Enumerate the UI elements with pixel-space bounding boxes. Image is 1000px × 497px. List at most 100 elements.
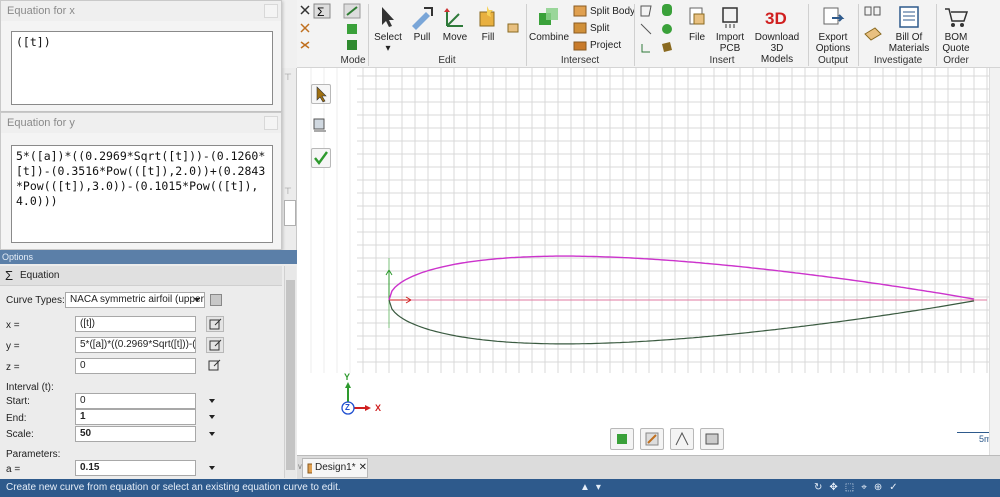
start-field[interactable]: 0 (75, 393, 196, 409)
group-label-edit: Edit (438, 55, 456, 66)
sketch-grid-button[interactable] (640, 428, 664, 450)
curve-types-select[interactable]: NACA symmetric airfoil (upper) (65, 292, 205, 308)
dimension-button[interactable] (670, 428, 694, 450)
pan-icon[interactable]: ✥ (829, 479, 837, 497)
select-arrow-icon (382, 7, 394, 27)
move-button[interactable]: Move (439, 4, 471, 43)
export-options-button[interactable]: Export Options (811, 4, 855, 54)
import-pcb-label-1: Import (715, 32, 745, 43)
edit-x-equation-button[interactable] (206, 316, 224, 332)
close-icon[interactable]: ✕ (359, 459, 367, 477)
equation-y-title-bar[interactable]: Equation for y (1, 113, 281, 133)
group-label-investigate: Investigate (873, 55, 923, 66)
design-tab[interactable]: Design1* ✕ (302, 458, 368, 478)
complete-button[interactable] (311, 148, 331, 168)
design-viewport[interactable]: Y Z X 5mm (297, 68, 1000, 479)
bill-of-materials-button[interactable]: Bill Of Materials (884, 4, 934, 54)
tab-strip-scroll[interactable]: ∨ (297, 462, 305, 471)
project-icon (573, 41, 587, 51)
rotate-icon[interactable]: ↻ (814, 479, 822, 497)
file-insert-button[interactable]: File (682, 4, 712, 43)
zoom-icon[interactable]: ⊕ (874, 479, 882, 497)
sigma-icon: Σ (5, 268, 14, 283)
chevron-down-icon[interactable] (209, 432, 215, 436)
chevron-down-icon[interactable]: ▾ (596, 479, 601, 497)
y-equation-field[interactable]: 5*([a])*((0.2969*Sqrt([t]))-(0.1 (75, 337, 196, 353)
combine-button[interactable]: Combine (529, 4, 569, 43)
a-parameter-field[interactable]: 0.15 (75, 460, 196, 476)
group-label-output: Output (817, 55, 849, 66)
chevron-down-icon (194, 298, 200, 302)
equation-x-title: Equation for x (7, 5, 75, 17)
solid-view-button[interactable] (610, 428, 634, 450)
panel-pin-icon[interactable]: ⊤ (284, 72, 294, 82)
split-body-label: Split Body (590, 5, 636, 17)
end-field[interactable]: 1 (75, 409, 196, 425)
panel-pin-icon[interactable]: ⊤ (284, 186, 294, 196)
select-button[interactable]: Select ▾ (372, 4, 404, 54)
view-orient-icon[interactable]: ⌖ (861, 479, 867, 497)
partial-input[interactable] (284, 200, 296, 226)
edit-y-equation-button[interactable] (206, 337, 224, 353)
options-scrollbar[interactable] (284, 266, 296, 478)
check-icon[interactable]: ✓ (889, 479, 897, 497)
status-bar: Create new curve from equation or select… (0, 479, 1000, 497)
edit-z-equation-button[interactable] (206, 358, 224, 374)
triad-z-label: Z (345, 403, 350, 412)
equation-section-title: Equation (20, 270, 60, 281)
import-pcb-button[interactable]: Import PCB (712, 4, 748, 54)
investigate-small-tools[interactable] (862, 4, 884, 50)
scrollbar-thumb[interactable] (286, 280, 295, 470)
separator (526, 4, 527, 66)
equation-x-title-bar[interactable]: Equation for x (1, 1, 281, 21)
select-box-icon[interactable]: ⬚ (845, 479, 854, 497)
document-tab-strip: Design1* ✕ ∨ (297, 455, 1000, 479)
split-icon (573, 22, 587, 34)
layout-icon (705, 433, 719, 445)
equation-y-dialog[interactable]: Equation for y 5*([a])*((0.2969*Sqrt([t]… (0, 112, 282, 250)
view-controls: ↻ ✥ ⬚ ⌖ ⊕ ✓ (814, 479, 898, 497)
chevron-down-icon[interactable] (209, 415, 215, 419)
export-icon (823, 7, 845, 25)
insert-small-tools[interactable] (638, 2, 680, 54)
expand-up-icon[interactable]: ▲ (580, 479, 590, 497)
bom-quote-button[interactable]: BOM Quote (939, 4, 973, 54)
viewport-scrollbar[interactable] (989, 68, 1000, 455)
file-label: File (688, 32, 706, 43)
mode-buttons[interactable] (342, 2, 364, 54)
save-icon[interactable] (210, 294, 222, 306)
fill-button[interactable]: Fill (472, 4, 504, 43)
split-body-button[interactable]: Split Body (573, 5, 635, 17)
close-button[interactable] (264, 4, 278, 18)
viewport-canvas[interactable] (297, 68, 1000, 455)
options-header-label: Options (2, 252, 34, 262)
chevron-down-icon[interactable] (209, 466, 215, 470)
triad-y-label: Y (344, 372, 351, 382)
scale-field[interactable]: 50 (75, 426, 196, 442)
chevron-down-icon[interactable] (209, 399, 215, 403)
3d-models-icon: 3D (765, 9, 787, 28)
equation-x-input[interactable]: ([t]) (11, 31, 273, 105)
split-button[interactable]: Split (573, 22, 609, 34)
pull-button[interactable]: Pull (406, 4, 438, 43)
start-label: Start: (6, 396, 30, 407)
select-tool-button[interactable] (311, 84, 331, 104)
download-3d-label-1: Download 3D (754, 32, 800, 54)
status-bar-tools: ▲ ▾ (580, 479, 601, 497)
end-label: End: (6, 413, 27, 424)
svg-text:Σ: Σ (317, 5, 324, 19)
x-equation-field[interactable]: ([t]) (75, 316, 196, 332)
z-equation-field[interactable]: 0 (75, 358, 196, 374)
fill-icon (479, 6, 495, 27)
sketch-plane-button[interactable] (311, 116, 331, 136)
equation-y-input[interactable]: 5*([a])*((0.2969*Sqrt([t]))-(0.1260*[t])… (11, 145, 273, 243)
equation-x-dialog[interactable]: Equation for x ([t]) (0, 0, 282, 112)
select-arrow-icon (316, 86, 327, 103)
project-button[interactable]: Project (573, 39, 621, 51)
close-button[interactable] (264, 116, 278, 130)
layout-button[interactable] (700, 428, 724, 450)
extra-edit-icon[interactable] (506, 20, 520, 34)
file-icon (689, 7, 705, 25)
group-label-intersect: Intersect (560, 55, 600, 66)
pcb-icon (722, 7, 738, 28)
